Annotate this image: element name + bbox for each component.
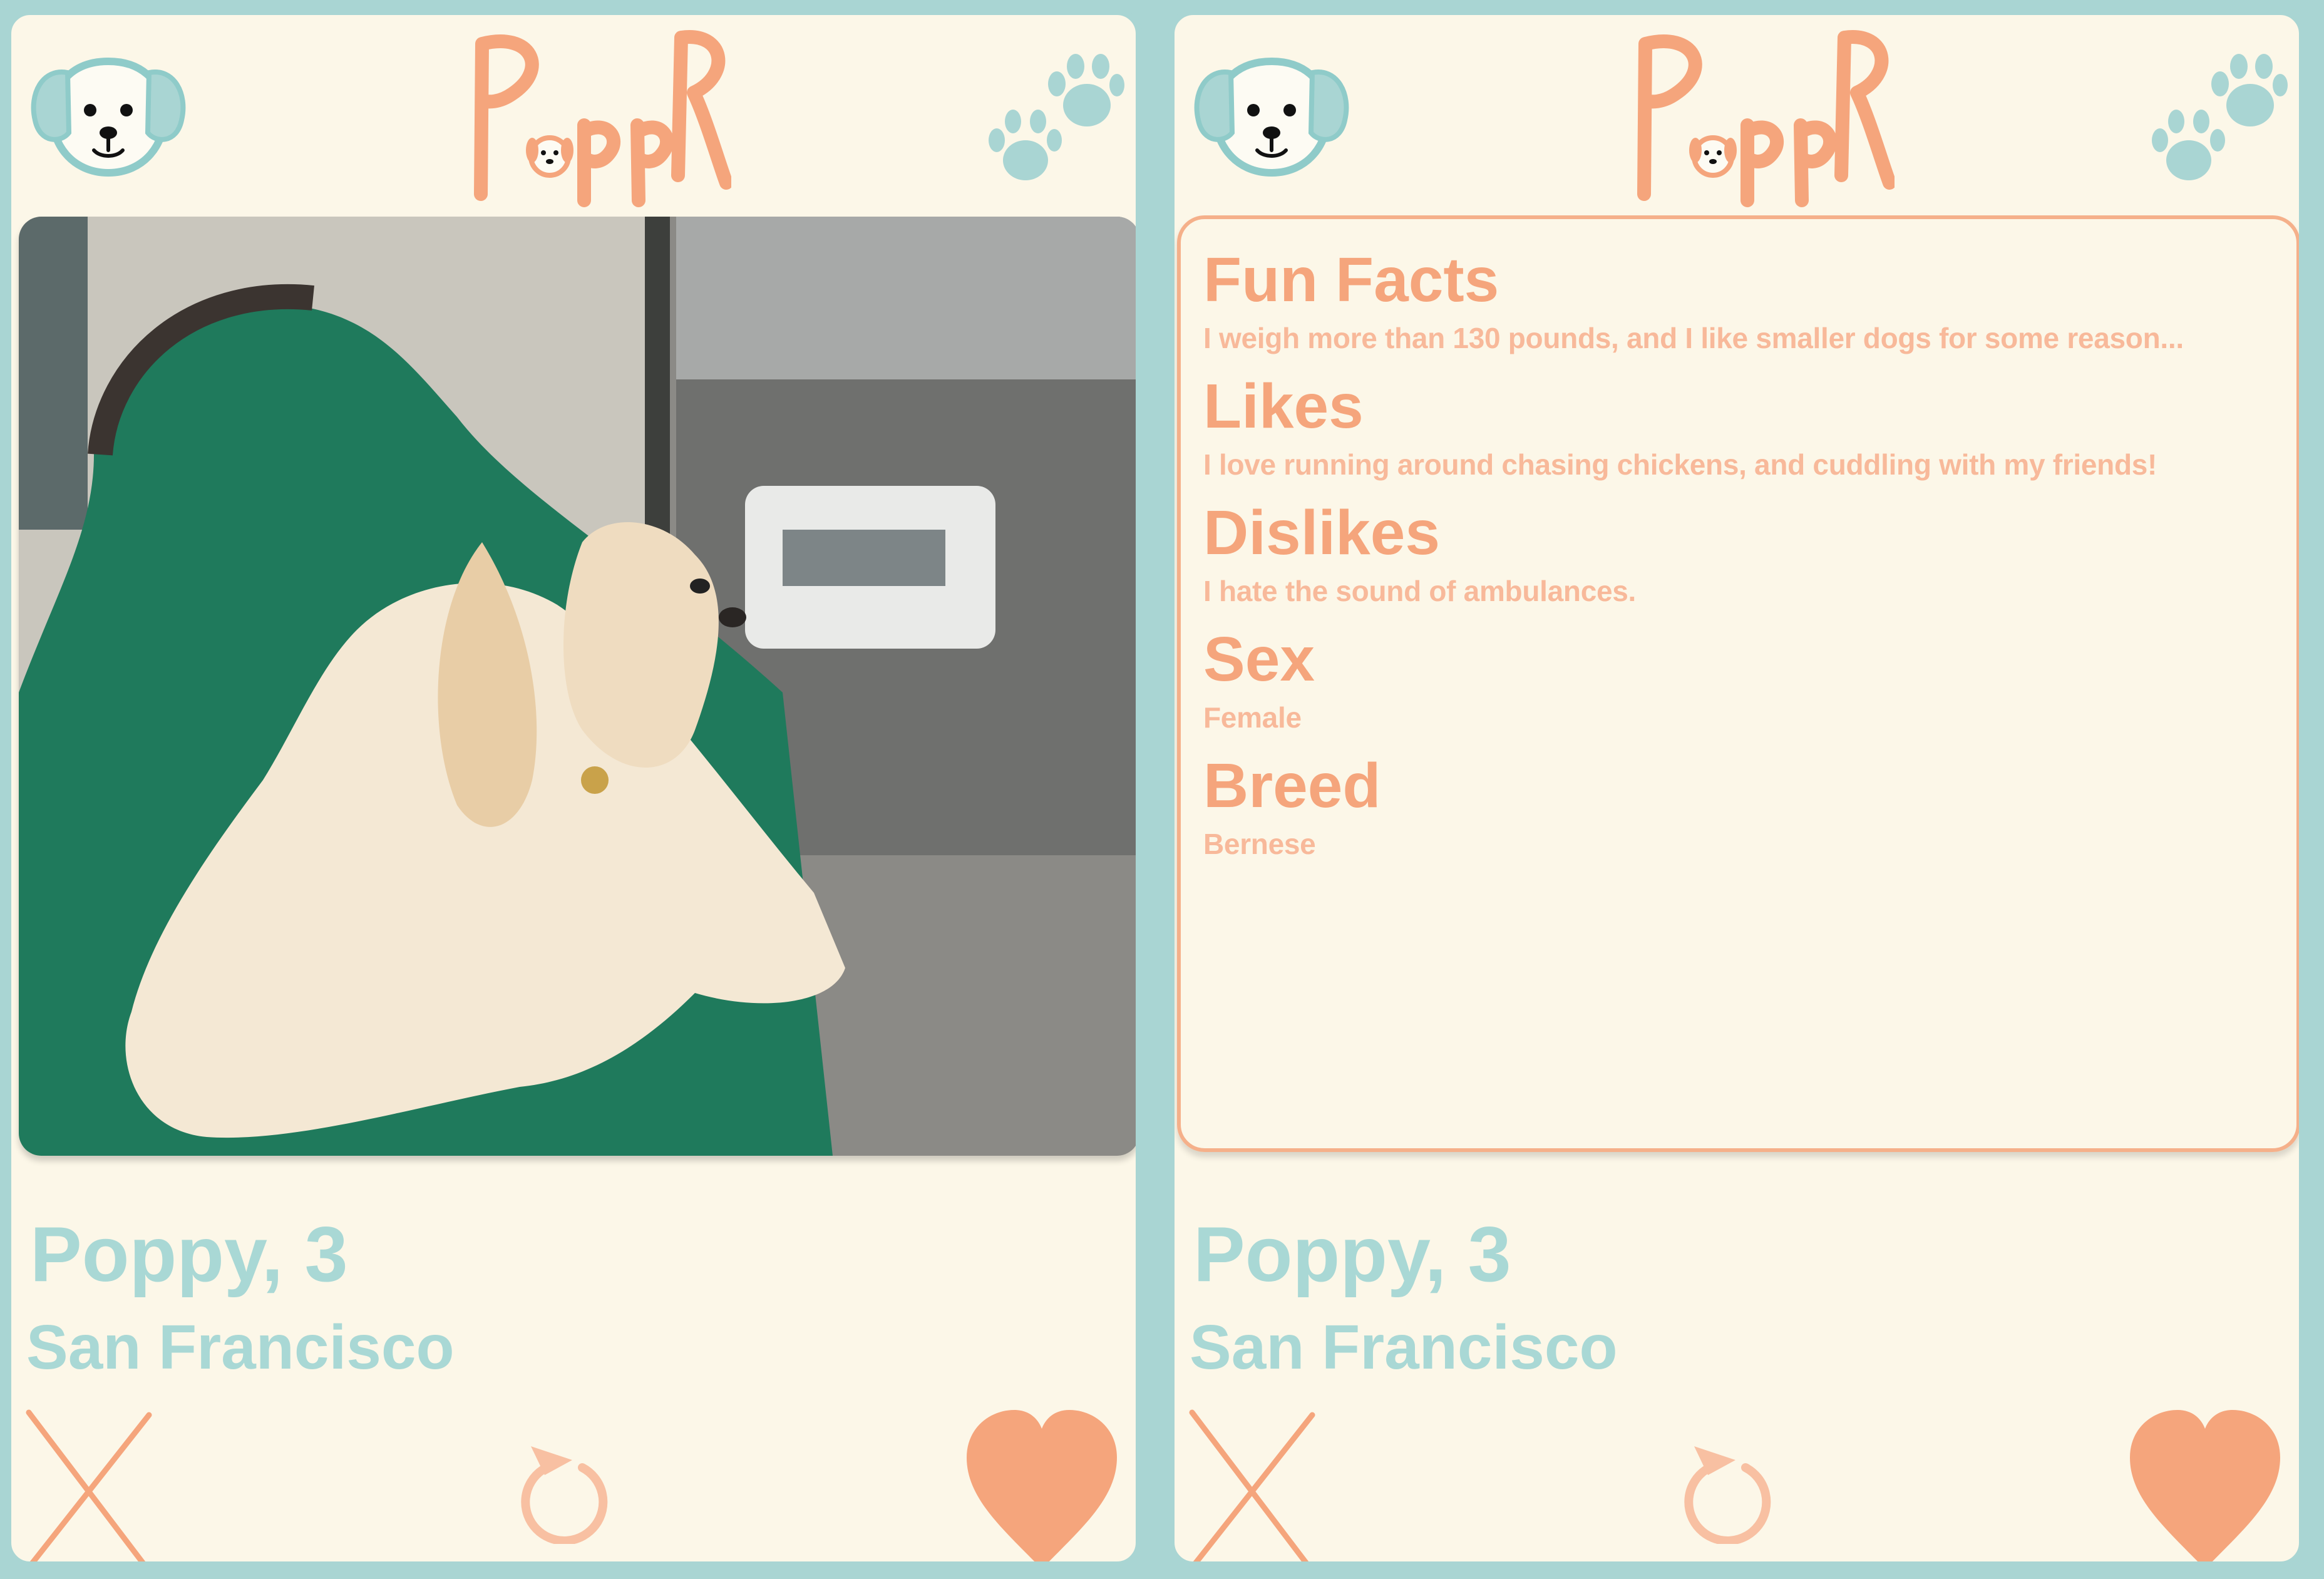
fact-heading-breed: Breed — [1203, 751, 1381, 821]
x-icon — [1183, 1406, 1327, 1568]
like-button[interactable] — [2124, 1405, 2286, 1568]
rewind-button[interactable] — [1675, 1431, 1776, 1544]
paws-icon[interactable] — [980, 48, 1124, 192]
fact-text-breed: Bernese — [1203, 828, 1316, 860]
puppr-logo — [1619, 19, 1895, 213]
profile-name-age: Poppy, 3 — [1193, 1211, 1511, 1298]
x-icon — [20, 1406, 164, 1568]
fact-heading-sex: Sex — [1203, 624, 1315, 694]
profile-name-age: Poppy, 3 — [30, 1211, 348, 1298]
profile-facts-card[interactable]: Fun Facts I weigh more than 130 pounds, … — [1177, 215, 2299, 1152]
profile-photo-screen: Poppy, 3 San Francisco — [5, 9, 1142, 1568]
nope-button[interactable] — [1183, 1406, 1327, 1568]
rewind-button[interactable] — [512, 1431, 612, 1544]
profile-location: San Francisco — [1190, 1312, 1618, 1382]
puppr-logo — [456, 19, 731, 213]
rewind-icon — [512, 1431, 612, 1544]
rewind-icon — [1675, 1431, 1776, 1544]
fact-heading-likes: Likes — [1203, 371, 1364, 441]
fact-heading-dislikes: Dislikes — [1203, 498, 1441, 568]
dog-face-icon[interactable] — [1193, 50, 1350, 188]
fact-heading-fun-facts: Fun Facts — [1203, 245, 1499, 315]
dog-photo[interactable] — [19, 217, 1136, 1156]
like-button[interactable] — [960, 1405, 1123, 1568]
nope-button[interactable] — [20, 1406, 164, 1568]
profile-details-screen: Fun Facts I weigh more than 130 pounds, … — [1168, 9, 2305, 1568]
fact-text-sex: Female — [1203, 701, 1302, 734]
fact-text-fun-facts: I weigh more than 130 pounds, and I like… — [1203, 322, 2184, 354]
fact-text-likes: I love running around chasing chickens, … — [1203, 448, 2157, 481]
heart-icon — [2124, 1405, 2286, 1568]
dog-face-icon[interactable] — [30, 50, 187, 188]
fact-text-dislikes: I hate the sound of ambulances. — [1203, 575, 1637, 607]
heart-icon — [960, 1405, 1123, 1568]
profile-location: San Francisco — [26, 1312, 455, 1382]
paws-icon[interactable] — [2144, 48, 2288, 192]
